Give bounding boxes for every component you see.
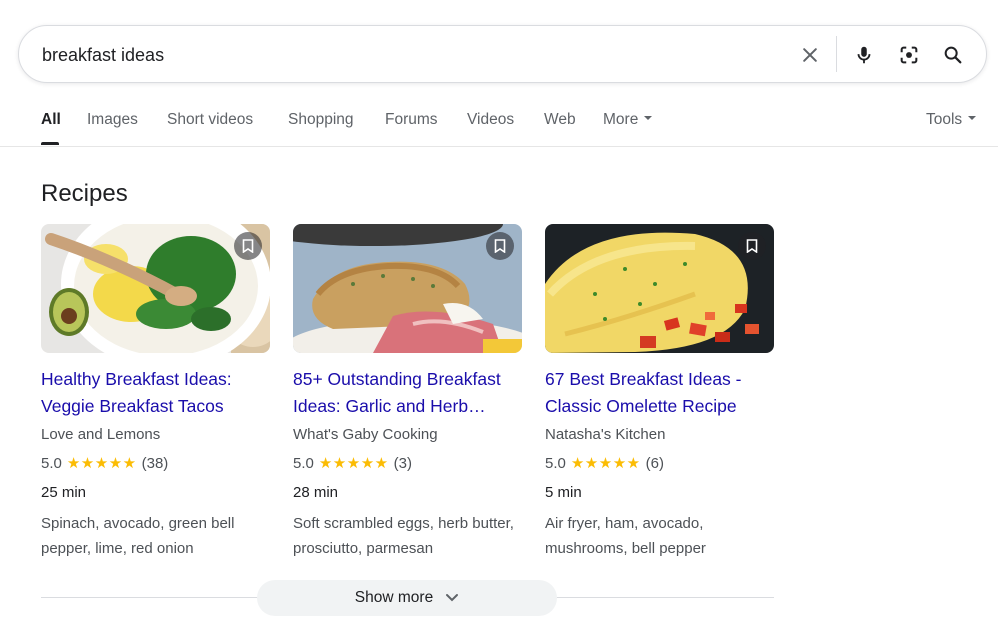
section-title: Recipes xyxy=(41,180,128,207)
tab-forums[interactable]: Forums xyxy=(385,111,438,129)
recipe-image[interactable] xyxy=(41,224,270,353)
recipe-ingredients: Soft scrambled eggs, herb butter, prosci… xyxy=(293,515,514,557)
rating-value: 5.0 xyxy=(545,455,566,472)
search-icon[interactable] xyxy=(940,42,966,68)
rating-value: 5.0 xyxy=(41,455,62,472)
tab-videos[interactable]: Videos xyxy=(467,111,514,129)
review-count: (3) xyxy=(393,455,412,472)
show-more-button[interactable]: Show more xyxy=(257,580,557,616)
recipe-ingredients: Spinach, avocado, green bell pepper, lim… xyxy=(41,515,235,557)
recipe-title[interactable]: 67 Best Breakfast Ideas - Classic Omelet… xyxy=(545,366,774,420)
recipe-time: 28 min xyxy=(293,484,339,501)
tab-web[interactable]: Web xyxy=(544,111,576,129)
lens-icon[interactable] xyxy=(896,42,922,68)
recipe-rating: 5.0 ★★★★★ (38) xyxy=(41,453,270,475)
rating-value: 5.0 xyxy=(293,455,314,472)
recipe-time: 5 min xyxy=(545,484,582,501)
review-count: (38) xyxy=(141,455,169,472)
recipe-card[interactable]: 85+ Outstanding Breakfast Ideas: Garlic … xyxy=(293,224,522,561)
tab-more-label: More xyxy=(603,111,639,128)
recipe-source: Natasha's Kitchen xyxy=(545,426,666,443)
chevron-down-icon xyxy=(446,594,459,602)
search-divider xyxy=(836,36,837,72)
tab-shopping[interactable]: Shopping xyxy=(288,111,354,129)
tools-button[interactable]: Tools xyxy=(926,111,977,129)
recipe-card[interactable]: Healthy Breakfast Ideas: Veggie Breakfas… xyxy=(41,224,270,561)
recipe-ingredients: Air fryer, ham, avocado, mushrooms, bell… xyxy=(545,515,706,557)
star-rating-icon: ★★★★★ xyxy=(570,455,641,472)
review-count: (6) xyxy=(645,455,664,472)
star-rating-icon: ★★★★★ xyxy=(318,455,389,472)
tab-short-videos[interactable]: Short videos xyxy=(167,111,253,129)
tools-label: Tools xyxy=(926,111,963,128)
tab-more[interactable]: More xyxy=(603,111,653,129)
search-tabs: All Images Short videos Shopping Forums … xyxy=(0,100,998,147)
star-rating-icon: ★★★★★ xyxy=(66,455,137,472)
close-icon[interactable] xyxy=(797,42,823,68)
recipe-source: Love and Lemons xyxy=(41,426,161,443)
recipe-card[interactable]: 67 Best Breakfast Ideas - Classic Omelet… xyxy=(545,224,774,561)
recipe-title[interactable]: Healthy Breakfast Ideas: Veggie Breakfas… xyxy=(41,366,270,420)
bookmark-icon[interactable] xyxy=(738,232,766,260)
recipe-title[interactable]: 85+ Outstanding Breakfast Ideas: Garlic … xyxy=(293,366,522,420)
recipe-image[interactable] xyxy=(293,224,522,353)
active-tab-indicator xyxy=(41,142,59,145)
recipe-rating: 5.0 ★★★★★ (6) xyxy=(545,453,774,475)
caret-down-icon xyxy=(968,115,977,120)
recipe-rating: 5.0 ★★★★★ (3) xyxy=(293,453,522,475)
tab-all[interactable]: All xyxy=(41,111,61,129)
search-bar xyxy=(18,25,987,83)
recipe-time: 25 min xyxy=(41,484,87,501)
recipe-source: What's Gaby Cooking xyxy=(293,426,438,443)
bookmark-icon[interactable] xyxy=(486,232,514,260)
show-more-label: Show more xyxy=(354,589,434,606)
bookmark-icon[interactable] xyxy=(234,232,262,260)
caret-down-icon xyxy=(644,115,653,120)
search-input[interactable] xyxy=(42,41,742,69)
tab-images[interactable]: Images xyxy=(87,111,138,129)
recipe-image[interactable] xyxy=(545,224,774,353)
microphone-icon[interactable] xyxy=(851,42,877,68)
